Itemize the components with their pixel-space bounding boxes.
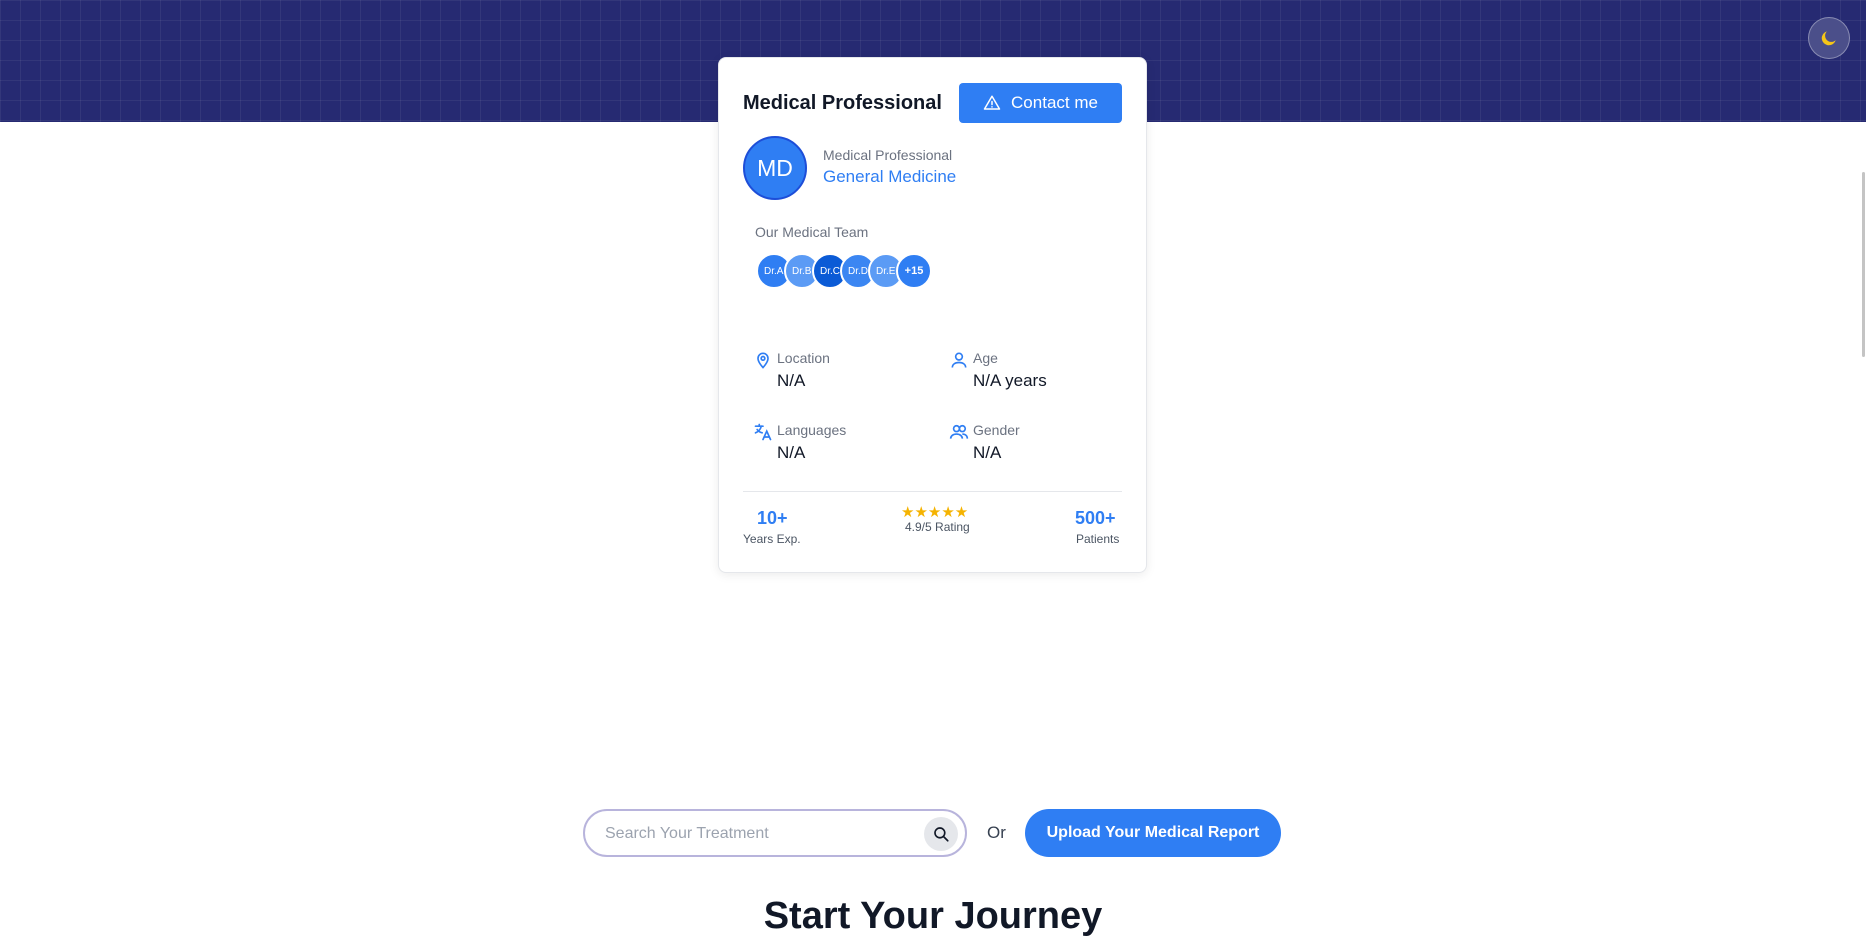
search-button[interactable] [924, 817, 958, 851]
languages-label: Languages [777, 422, 847, 438]
scrollbar[interactable] [1862, 172, 1865, 357]
team-more-badge[interactable]: +15 [896, 253, 932, 289]
card-title: Medical Professional [743, 92, 942, 114]
map-pin-icon [757, 352, 769, 369]
professional-role: Medical Professional [823, 147, 953, 163]
experience-value: 10+ [757, 508, 788, 528]
user-icon [951, 352, 967, 368]
alert-triangle-icon [983, 95, 1001, 110]
doctor-profile-card: Medical Professional Contact me MD Medic… [718, 57, 1147, 573]
moon-icon [1821, 31, 1836, 46]
treatment-search [583, 809, 967, 857]
team-label: Our Medical Team [755, 224, 869, 240]
theme-toggle-button[interactable] [1808, 17, 1850, 59]
users-icon [949, 424, 969, 439]
location-label: Location [777, 350, 830, 366]
age-label: Age [973, 350, 998, 366]
gender-value: N/A [973, 443, 1002, 462]
card-divider [743, 491, 1122, 492]
rating-label: 4.9/5 Rating [905, 520, 970, 534]
contact-me-button[interactable]: Contact me [959, 83, 1122, 123]
experience-label: Years Exp. [743, 532, 801, 546]
patients-label: Patients [1076, 532, 1120, 546]
upload-report-button[interactable]: Upload Your Medical Report [1025, 809, 1281, 857]
section-heading: Start Your Journey [763, 895, 1103, 937]
patients-value: 500+ [1075, 508, 1116, 528]
or-separator: Or [987, 823, 1006, 842]
search-icon [934, 827, 949, 842]
search-input[interactable] [605, 822, 905, 846]
languages-value: N/A [777, 443, 806, 462]
contact-me-label: Contact me [1011, 93, 1098, 112]
specialty-link[interactable]: General Medicine [823, 167, 956, 187]
rating-stars: ★★★★★ [901, 504, 969, 521]
translate-icon [754, 423, 772, 441]
upload-report-label: Upload Your Medical Report [1046, 824, 1260, 841]
avatar: MD [743, 136, 807, 200]
location-value: N/A [777, 371, 806, 390]
age-value: N/A years [973, 371, 1047, 390]
gender-label: Gender [973, 422, 1020, 438]
